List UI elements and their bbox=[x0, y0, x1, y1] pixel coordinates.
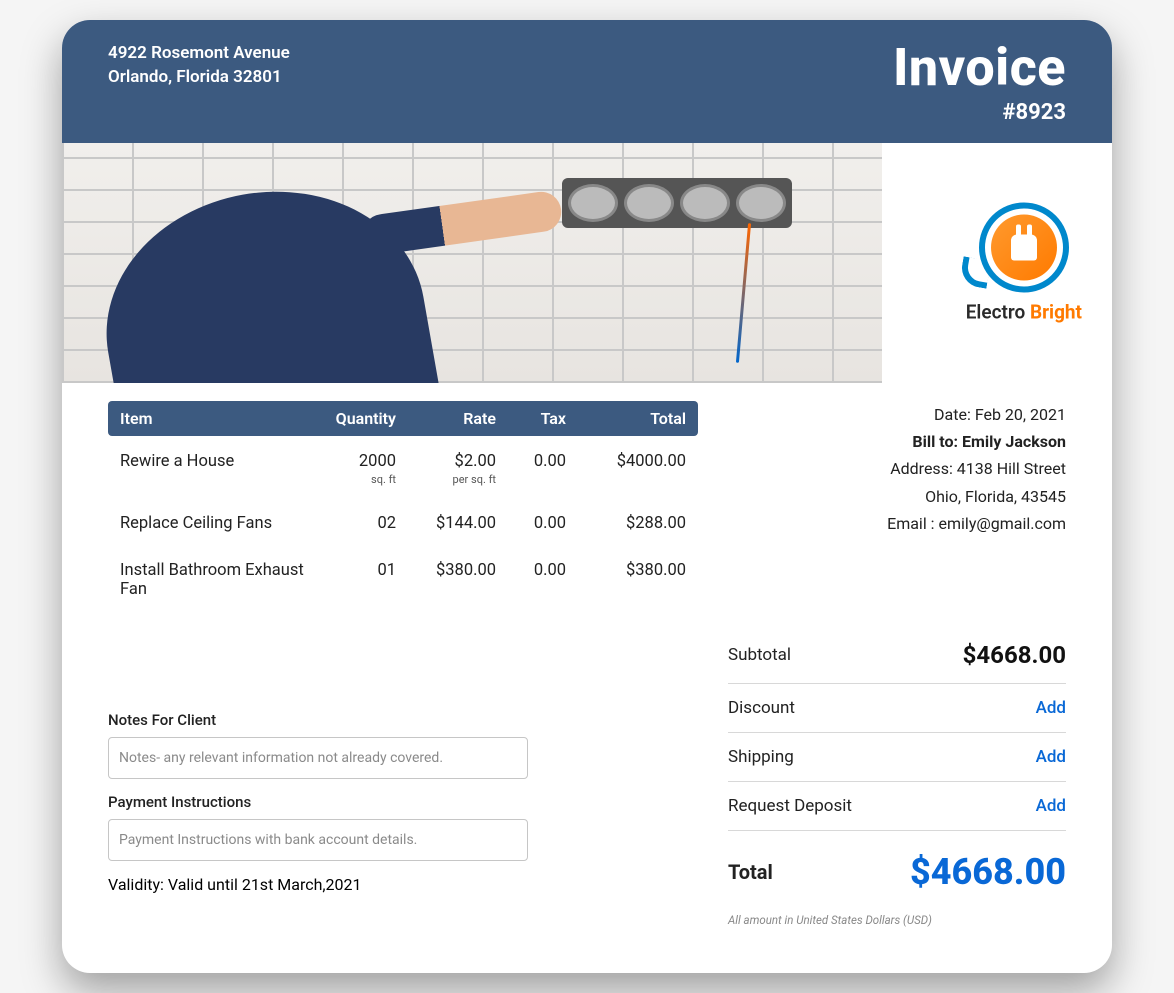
invoice-meta: Date: Feb 20, 2021 Bill to: Emily Jackso… bbox=[728, 401, 1066, 537]
cell-item: Rewire a House bbox=[120, 452, 306, 471]
discount-row: Discount Add bbox=[728, 684, 1066, 733]
deposit-row: Request Deposit Add bbox=[728, 782, 1066, 831]
payment-instructions-label: Payment Instructions bbox=[108, 793, 698, 811]
cell-tax: 0.00 bbox=[496, 561, 566, 580]
summary-block: Subtotal $4668.00 Discount Add Shipping … bbox=[728, 627, 1066, 927]
electrician-figure bbox=[102, 153, 502, 383]
invoice-date: Date: Feb 20, 2021 bbox=[728, 401, 1066, 428]
payment-instructions-input[interactable] bbox=[108, 819, 528, 861]
subtotal-label: Subtotal bbox=[728, 645, 791, 665]
th-quantity: Quantity bbox=[306, 409, 396, 428]
th-rate: Rate bbox=[396, 409, 496, 428]
cell-rate: $144.00 bbox=[396, 514, 496, 533]
table-row: Install Bathroom Exhaust Fan 01 $380.00 … bbox=[108, 545, 698, 611]
cell-rate: $2.00 per sq. ft bbox=[396, 452, 496, 486]
wall-outlets bbox=[562, 178, 792, 228]
logo-text: Electro Bright bbox=[966, 301, 1082, 324]
subtotal-row: Subtotal $4668.00 bbox=[728, 627, 1066, 684]
cell-qty: 01 bbox=[306, 561, 396, 580]
bill-to: Bill to: Emily Jackson bbox=[728, 428, 1066, 455]
company-address: 4922 Rosemont Avenue Orlando, Florida 32… bbox=[108, 42, 290, 90]
th-total: Total bbox=[566, 409, 686, 428]
cell-rate: $380.00 bbox=[396, 561, 496, 580]
bill-address-line1: Address: 4138 Hill Street bbox=[728, 455, 1066, 482]
plug-bulb-icon bbox=[979, 203, 1069, 293]
company-address-line1: 4922 Rosemont Avenue bbox=[108, 42, 290, 66]
table-row: Rewire a House 2000 sq. ft $2.00 per sq.… bbox=[108, 436, 698, 498]
total-row: Total $4668.00 bbox=[728, 831, 1066, 907]
cell-qty: 2000 sq. ft bbox=[306, 452, 396, 486]
invoice-card: 4922 Rosemont Avenue Orlando, Florida 32… bbox=[62, 20, 1112, 973]
add-shipping-button[interactable]: Add bbox=[1036, 747, 1066, 767]
subtotal-value: $4668.00 bbox=[963, 641, 1066, 669]
table-header-row: Item Quantity Rate Tax Total bbox=[108, 401, 698, 436]
cell-total: $380.00 bbox=[566, 561, 686, 580]
table-row: Replace Ceiling Fans 02 $144.00 0.00 $28… bbox=[108, 498, 698, 545]
validity-label: Validity: bbox=[108, 875, 168, 894]
invoice-title: Invoice bbox=[893, 42, 1066, 94]
shipping-label: Shipping bbox=[728, 747, 794, 767]
logo-text-part2: Bright bbox=[1030, 301, 1082, 324]
th-tax: Tax bbox=[496, 409, 566, 428]
notes-section: Notes For Client Payment Instructions Va… bbox=[108, 711, 698, 894]
logo-text-part1: Electro bbox=[966, 301, 1026, 324]
left-column: Item Quantity Rate Tax Total Rewire a Ho… bbox=[108, 401, 698, 927]
notes-label: Notes For Client bbox=[108, 711, 698, 729]
invoice-title-block: Invoice #8923 bbox=[893, 42, 1066, 125]
shipping-row: Shipping Add bbox=[728, 733, 1066, 782]
total-label: Total bbox=[728, 860, 773, 884]
right-column: Date: Feb 20, 2021 Bill to: Emily Jackso… bbox=[728, 401, 1066, 927]
line-items-table: Item Quantity Rate Tax Total Rewire a Ho… bbox=[108, 401, 698, 611]
cell-total: $4000.00 bbox=[566, 452, 686, 471]
discount-label: Discount bbox=[728, 698, 795, 718]
cell-item: Replace Ceiling Fans bbox=[120, 514, 306, 533]
cell-tax: 0.00 bbox=[496, 514, 566, 533]
total-value: $4668.00 bbox=[910, 851, 1066, 893]
invoice-body: Item Quantity Rate Tax Total Rewire a Ho… bbox=[62, 383, 1112, 973]
invoice-number: #8923 bbox=[893, 100, 1066, 125]
validity-line: Validity: Valid until 21st March,2021 bbox=[108, 875, 698, 894]
company-logo: Electro Bright bbox=[966, 203, 1082, 324]
hero-image: Electro Bright bbox=[62, 143, 1112, 383]
th-item: Item bbox=[120, 409, 306, 428]
add-deposit-button[interactable]: Add bbox=[1036, 796, 1066, 816]
bill-email: Email : emily@gmail.com bbox=[728, 510, 1066, 537]
currency-note: All amount in United States Dollars (USD… bbox=[728, 913, 1066, 927]
company-address-line2: Orlando, Florida 32801 bbox=[108, 66, 290, 90]
notes-input[interactable] bbox=[108, 737, 528, 779]
bill-address-line2: Ohio, Florida, 43545 bbox=[728, 483, 1066, 510]
deposit-label: Request Deposit bbox=[728, 796, 852, 816]
add-discount-button[interactable]: Add bbox=[1036, 698, 1066, 718]
cell-total: $288.00 bbox=[566, 514, 686, 533]
validity-value: Valid until 21st March,2021 bbox=[168, 875, 362, 894]
cell-qty: 02 bbox=[306, 514, 396, 533]
cell-item: Install Bathroom Exhaust Fan bbox=[120, 561, 306, 599]
cell-tax: 0.00 bbox=[496, 452, 566, 471]
header-bar: 4922 Rosemont Avenue Orlando, Florida 32… bbox=[62, 20, 1112, 143]
